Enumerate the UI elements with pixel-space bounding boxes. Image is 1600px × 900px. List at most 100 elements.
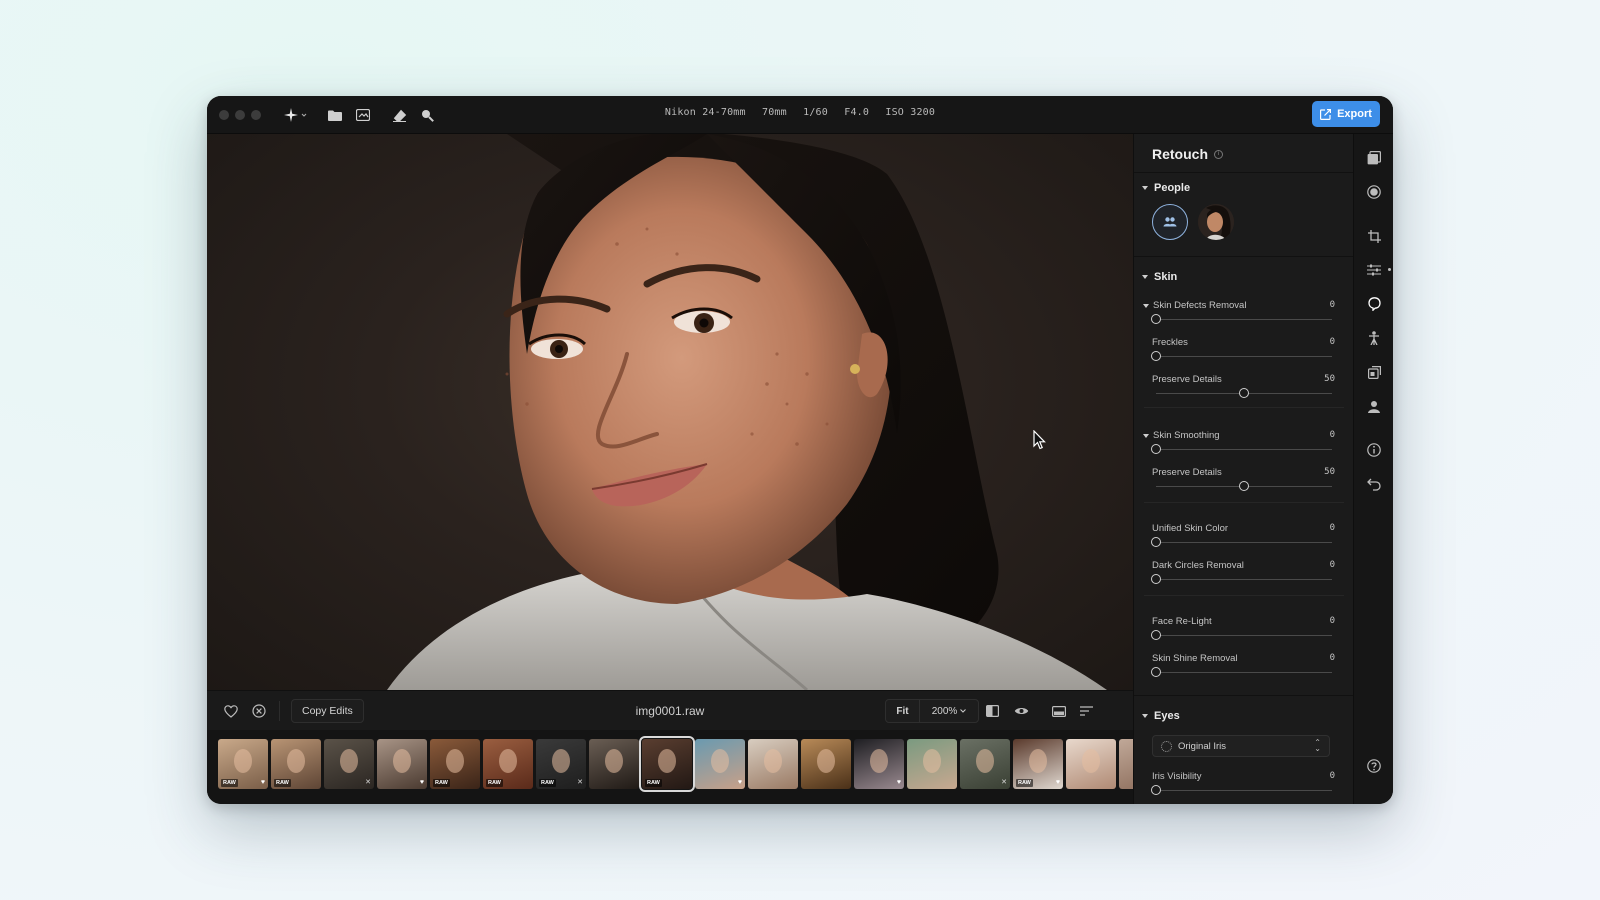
slider-knob[interactable] (1151, 667, 1161, 677)
filmstrip-thumbnail[interactable]: RAW (639, 736, 695, 792)
chevron-down-icon (1143, 303, 1149, 308)
body-shape-icon[interactable] (1366, 330, 1382, 346)
filmstrip-thumbnail[interactable]: RAW (483, 739, 533, 789)
raw-badge: RAW (433, 779, 450, 787)
mouse-cursor-icon (1033, 430, 1046, 450)
retouch-panel: Retouch i People Skin Skin Defects Remov… (1133, 134, 1353, 804)
local-masks-icon[interactable] (1366, 364, 1382, 380)
slider-label: Preserve Details (1152, 374, 1222, 385)
chevron-down-icon (960, 709, 967, 713)
section-header-people[interactable]: People (1142, 182, 1190, 194)
filmstrip-thumbnail[interactable]: ♥ (695, 739, 745, 789)
slider-value: 50 (1324, 467, 1335, 477)
slider-track[interactable] (1156, 449, 1332, 450)
active-indicator (1388, 268, 1391, 271)
thumbnail-subject (605, 749, 623, 773)
slider-track[interactable] (1156, 579, 1332, 580)
thumbnail-subject (976, 749, 994, 773)
thumbnail-subject (711, 749, 729, 773)
filmstrip-thumbnail[interactable] (907, 739, 957, 789)
slider-track[interactable] (1156, 672, 1332, 673)
filmstrip-thumbnail[interactable]: RAW ♥ (1013, 739, 1063, 789)
filmstrip-thumbnail[interactable]: RAW (271, 739, 321, 789)
slider-knob[interactable] (1151, 630, 1161, 640)
presets-icon[interactable] (1366, 150, 1382, 166)
slider-label: Skin Shine Removal (1152, 653, 1238, 664)
ai-enhance-icon[interactable] (1366, 184, 1382, 200)
slider-knob[interactable] (1151, 574, 1161, 584)
filmstrip-thumbnail[interactable] (801, 739, 851, 789)
filmstrip-thumbnail[interactable] (1119, 739, 1133, 789)
group-people-icon (1163, 217, 1177, 227)
filmstrip-thumbnail[interactable]: ✕ (324, 739, 374, 789)
filmstrip-thumbnail[interactable]: RAW (430, 739, 480, 789)
thumbnail-subject (817, 749, 835, 773)
iris-visibility-slider-track[interactable] (1156, 790, 1332, 791)
portrait-person-icon[interactable] (1366, 398, 1382, 414)
iris-visibility-slider-knob[interactable] (1151, 785, 1161, 795)
slider-track[interactable] (1156, 356, 1332, 357)
raw-badge: RAW (1016, 779, 1033, 787)
aperture-label: F4.0 (844, 107, 870, 118)
iris-style-select[interactable]: Original Iris ⌃ ⌄ (1152, 735, 1330, 757)
zoom-dropdown[interactable]: 200% (920, 700, 978, 722)
slider-knob[interactable] (1151, 314, 1161, 324)
slider-label[interactable]: Skin Defects Removal (1143, 300, 1246, 311)
filmstrip-thumbnail[interactable]: RAW ♥ (218, 739, 268, 789)
favorite-heart-icon: ♥ (896, 779, 901, 786)
favorite-heart-icon: ♥ (1055, 779, 1060, 786)
slider-value: 0 (1329, 300, 1335, 310)
slider-value: 0 (1329, 653, 1335, 663)
image-info-icon[interactable] (1366, 442, 1382, 458)
crop-icon[interactable] (1366, 228, 1382, 244)
slider-label-text: Preserve Details (1152, 467, 1222, 478)
slider-knob[interactable] (1239, 388, 1249, 398)
filmstrip-thumbnail[interactable]: RAW ✕ (536, 739, 586, 789)
filmstrip-thumbnail[interactable] (589, 739, 639, 789)
history-undo-icon[interactable] (1366, 476, 1382, 492)
filmstrip-thumbnail[interactable] (1066, 739, 1116, 789)
portrait-image (387, 134, 1107, 690)
photo-canvas[interactable] (207, 134, 1133, 690)
slider-track[interactable] (1156, 319, 1332, 320)
slider-label[interactable]: Skin Smoothing (1143, 430, 1220, 441)
info-icon[interactable]: i (1214, 149, 1223, 159)
sort-icon[interactable] (1079, 703, 1095, 719)
reject-icon[interactable] (251, 703, 267, 719)
panel-title: Retouch i (1152, 146, 1223, 162)
compare-split-icon[interactable] (984, 703, 1000, 719)
slider-knob[interactable] (1239, 481, 1249, 491)
filmstrip-thumbnail[interactable]: ✕ (960, 739, 1010, 789)
slider-label-text: Unified Skin Color (1152, 523, 1229, 534)
export-button[interactable]: Export (1312, 101, 1380, 127)
slider-knob[interactable] (1151, 351, 1161, 361)
person-avatar[interactable] (1198, 204, 1234, 240)
section-header-eyes[interactable]: Eyes (1142, 710, 1180, 722)
fit-button[interactable]: Fit (886, 700, 920, 722)
filmstrip-toggle-icon[interactable] (1051, 703, 1067, 719)
copy-edits-button[interactable]: Copy Edits (291, 699, 364, 723)
help-icon[interactable] (1366, 758, 1382, 774)
chevron-down-icon (1142, 275, 1148, 279)
slider-track[interactable] (1156, 635, 1332, 636)
camera-metadata: Nikon 24-70mm 70mm 1/60 F4.0 ISO 3200 (207, 107, 1393, 118)
rejected-x-icon: ✕ (1001, 779, 1007, 786)
thumbnail-subject (923, 749, 941, 773)
adjustments-sliders-icon[interactable] (1366, 262, 1391, 278)
slider-knob[interactable] (1151, 537, 1161, 547)
section-header-skin[interactable]: Skin (1142, 271, 1177, 283)
filmstrip-thumbnail[interactable]: ♥ (854, 739, 904, 789)
slider-label-text: Freckles (1152, 337, 1188, 348)
all-people-avatar[interactable] (1152, 204, 1188, 240)
favorite-heart-icon[interactable] (223, 703, 239, 719)
slider-value: 0 (1329, 430, 1335, 440)
divider (1144, 502, 1344, 503)
slider-knob[interactable] (1151, 444, 1161, 454)
filmstrip-thumbnail[interactable] (748, 739, 798, 789)
slider-track[interactable] (1156, 542, 1332, 543)
filmstrip-thumbnail[interactable]: ♥ (377, 739, 427, 789)
retouch-face-icon[interactable] (1366, 296, 1382, 312)
image-toolbar: Copy Edits img0001.raw Fit 200% (207, 690, 1133, 730)
preview-eye-icon[interactable] (1013, 703, 1029, 719)
chevron-down-icon (1142, 186, 1148, 190)
